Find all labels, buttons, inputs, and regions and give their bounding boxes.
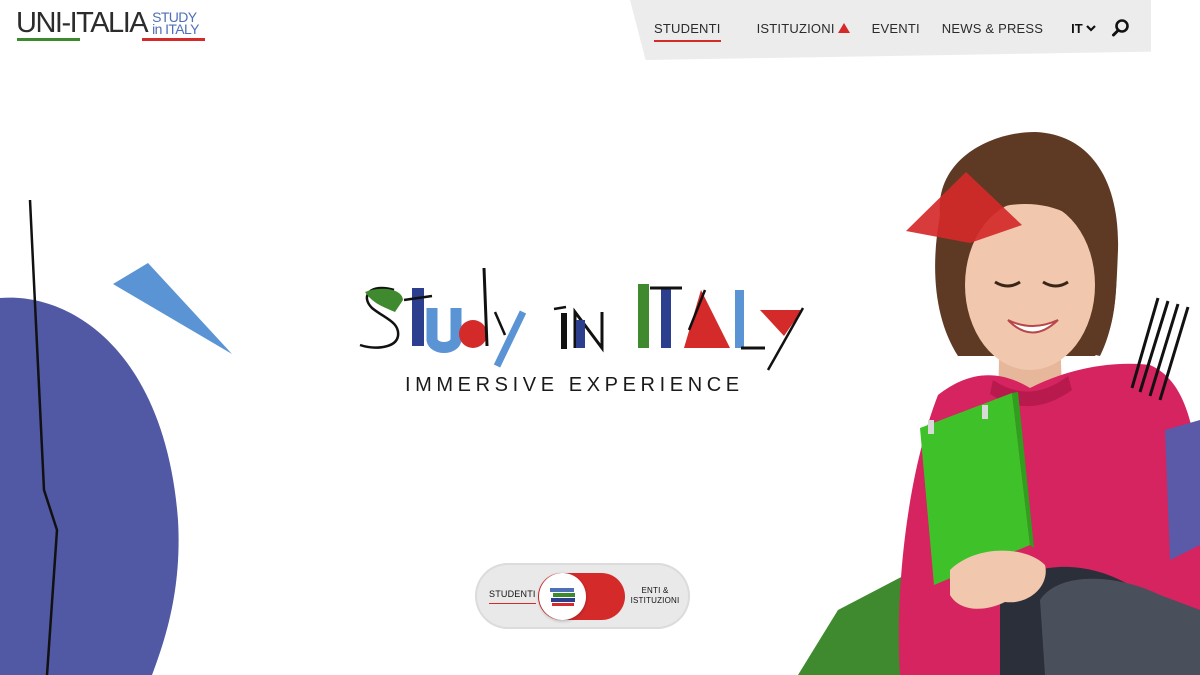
toggle-right-line1: ENTI &: [641, 586, 669, 595]
audience-toggle[interactable]: STUDENTI ENTI & ISTITUZIONI: [475, 563, 690, 629]
nav-item-eventi[interactable]: EVENTI: [872, 21, 920, 36]
nav-item-news-press[interactable]: NEWS & PRESS: [942, 21, 1043, 36]
logo-flag-underline: [17, 38, 206, 41]
nav-item-istituzioni[interactable]: ISTITUZIONI: [757, 21, 850, 36]
green-shape: [798, 575, 915, 675]
language-selector[interactable]: IT: [1071, 21, 1097, 36]
nav-item-istituzioni-label: ISTITUZIONI: [756, 20, 835, 36]
logo-main-text: UNI-ITALIA: [16, 7, 149, 39]
toggle-label-studenti[interactable]: STUDENTI: [489, 589, 536, 604]
hero-title-logo: [359, 267, 805, 371]
hero-tagline: IMMERSIVE EXPERIENCE: [405, 374, 744, 396]
toggle-knob[interactable]: [539, 573, 586, 620]
site-logo[interactable]: UNI-ITALIA STUDY in ITALY: [16, 7, 206, 44]
language-label: IT: [1071, 20, 1083, 36]
search-icon: [1111, 19, 1129, 37]
red-triangle-icon: [837, 23, 850, 33]
indigo-blob-shape: [0, 297, 179, 675]
toggle-right-line2: ISTITUZIONI: [630, 596, 680, 605]
blue-triangle-shape: [113, 263, 232, 354]
logo-sub-line2: in ITALY: [152, 21, 199, 37]
books-icon: [550, 588, 575, 606]
chevron-down-icon: [1085, 25, 1096, 32]
toggle-label-istituzioni[interactable]: ENTI & ISTITUZIONI: [625, 586, 685, 606]
logo-sub-text: STUDY in ITALY: [152, 10, 199, 37]
nav-item-studenti[interactable]: STUDENTI: [654, 21, 721, 42]
search-button[interactable]: [1111, 18, 1131, 38]
main-nav: STUDENTI ISTITUZIONI EVENTI NEWS & PRESS…: [654, 0, 1131, 56]
